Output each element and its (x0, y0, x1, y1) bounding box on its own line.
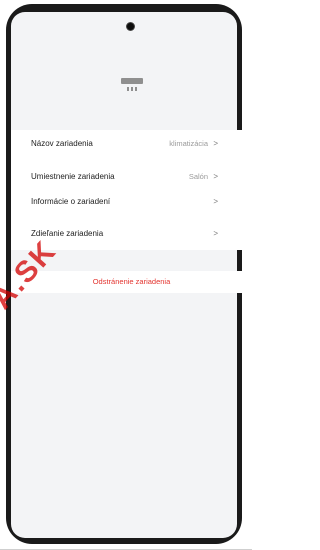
chevron-right-icon: > (213, 171, 218, 181)
row-device-info[interactable]: Informácie o zariadení > (11, 191, 252, 211)
row-label: Informácie o zariadení (31, 196, 111, 206)
row-device-name[interactable]: Názov zariadenia klimatizácia > (11, 133, 252, 153)
row-label: Názov zariadenia (31, 138, 93, 148)
row-value: Salón (188, 171, 208, 181)
front-camera (126, 22, 135, 31)
device-settings-list: Názov zariadenia klimatizácia > Umiestne… (11, 130, 252, 250)
row-device-sharing[interactable]: Zdieľanie zariadenia > (11, 223, 252, 243)
chevron-right-icon: > (213, 138, 218, 148)
row-device-location[interactable]: Umiestnenie zariadenia Salón > (11, 166, 252, 186)
chevron-right-icon: > (213, 228, 218, 238)
chevron-right-icon: > (213, 196, 218, 206)
remove-device-label: Odstránenie zariadenia (92, 277, 171, 286)
row-value: klimatizácia (169, 138, 208, 148)
row-label: Umiestnenie zariadenia (31, 171, 115, 181)
air-conditioner-icon (121, 78, 143, 92)
